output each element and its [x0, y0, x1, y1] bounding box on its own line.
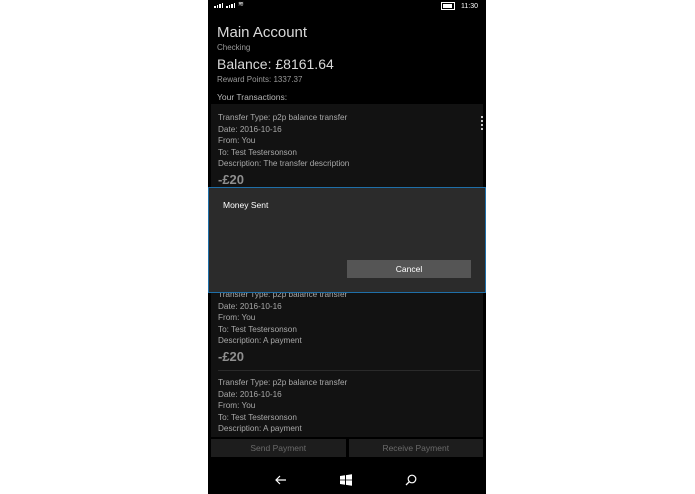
transfer-to: To: Test Testersonson	[218, 147, 297, 157]
cancel-button[interactable]: Cancel	[347, 260, 471, 278]
reward-points: Reward Points: 1337.37	[217, 75, 303, 84]
transfer-from: From: You	[218, 401, 256, 411]
navigation-bar	[208, 466, 486, 494]
transfer-date: Date: 2016-10-16	[218, 389, 282, 399]
transfer-type: Transfer Type: p2p balance transfer	[218, 113, 348, 122]
transfer-to: To: Test Testersonson	[218, 324, 297, 334]
list-item[interactable]: Transfer Type: p2p balance transfer Date…	[218, 112, 476, 188]
action-buttons: Send Payment Receive Payment	[211, 439, 483, 457]
account-type: Checking	[217, 43, 251, 52]
page-title: Main Account	[217, 24, 308, 41]
search-icon[interactable]	[404, 473, 418, 487]
balance: Balance: £8161.64	[217, 56, 334, 72]
transfer-date: Date: 2016-10-16	[218, 124, 282, 134]
transfer-amount: -£20	[218, 171, 245, 187]
receive-payment-button[interactable]: Receive Payment	[348, 439, 483, 457]
transfer-from: From: You	[218, 313, 256, 323]
scrollbar[interactable]	[481, 116, 483, 130]
transfer-amount: -£20	[218, 348, 245, 364]
transfer-description: Description: A payment	[218, 424, 302, 434]
transactions-heading: Your Transactions:	[217, 92, 288, 102]
transfer-date: Date: 2016-10-16	[218, 301, 282, 311]
transfer-description: Description: A payment	[218, 336, 302, 346]
transfer-description: Description: The transfer description	[218, 159, 350, 169]
send-payment-button[interactable]: Send Payment	[211, 439, 346, 457]
windows-icon[interactable]	[339, 473, 353, 487]
transfer-type: Transfer Type: p2p balance transfer	[218, 378, 348, 387]
transfer-from: From: You	[218, 136, 256, 146]
phone-screen: ≋ 11:30 Main Account Checking Balance: £…	[208, 0, 486, 494]
back-icon[interactable]	[274, 473, 288, 487]
list-item[interactable]: Transfer Type: p2p balance transfer Date…	[218, 377, 476, 435]
dialog-message: Money Sent	[223, 200, 269, 210]
money-sent-dialog: Money Sent Cancel	[208, 187, 486, 293]
divider	[218, 370, 480, 371]
transfer-to: To: Test Testersonson	[218, 412, 297, 422]
list-item[interactable]: Transfer Type: p2p balance transfer Date…	[218, 289, 476, 365]
